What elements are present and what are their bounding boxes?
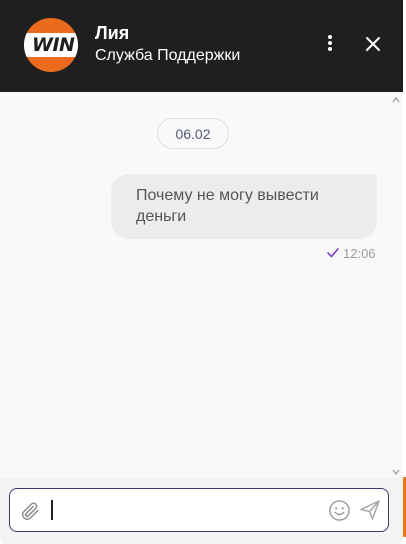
message-list[interactable]: [0, 92, 403, 478]
send-icon[interactable]: [358, 498, 382, 522]
smiley-icon[interactable]: [328, 499, 351, 522]
date-separator: 06.02: [157, 118, 229, 149]
message-time: 12:06: [343, 245, 376, 261]
logo-text: WIN: [32, 34, 75, 56]
message-input[interactable]: [54, 492, 320, 530]
chat-widget: WIN Лия Служба Поддержки 06.02 Почему не…: [0, 0, 403, 544]
brand-logo: WIN: [24, 18, 78, 72]
vertical-dots-icon: [328, 41, 332, 45]
scroll-down-icon[interactable]: [391, 467, 401, 477]
agent-name: Лия: [95, 23, 130, 43]
menu-button[interactable]: [320, 30, 340, 56]
paperclip-icon[interactable]: [19, 500, 41, 522]
close-button[interactable]: [362, 33, 384, 55]
text-caret: [51, 500, 53, 520]
check-icon: [327, 248, 339, 258]
close-icon: [366, 37, 380, 51]
outgoing-message-bubble: Почему не могу вывести деньги: [111, 174, 377, 239]
vertical-dots-icon: [328, 47, 332, 51]
chat-header: WIN Лия Служба Поддержки: [0, 0, 403, 92]
vertical-dots-icon: [328, 35, 332, 39]
agent-role: Служба Поддержки: [95, 47, 241, 64]
message-meta: 12:06: [326, 244, 376, 262]
scroll-up-icon[interactable]: [391, 95, 401, 105]
